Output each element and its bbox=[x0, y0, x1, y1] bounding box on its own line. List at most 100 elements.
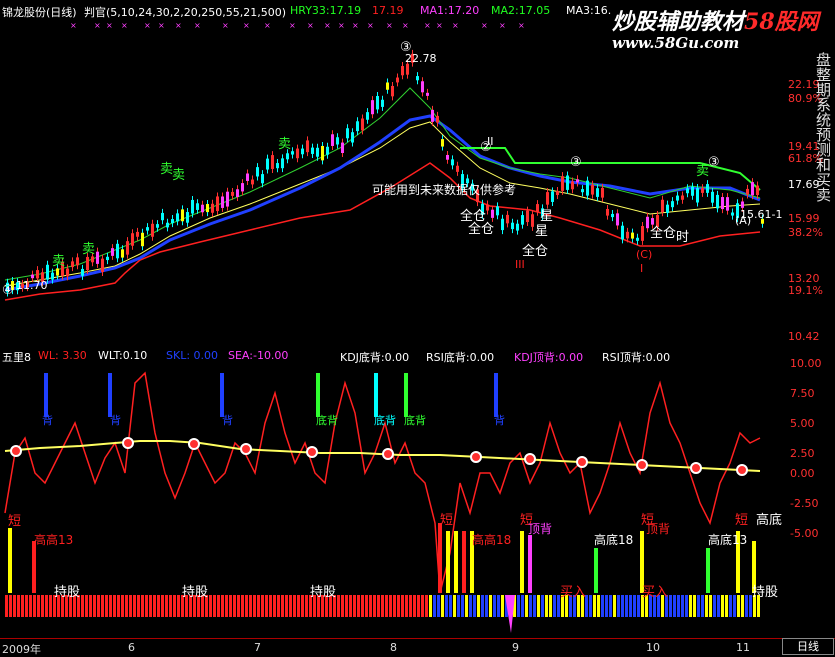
band-segment bbox=[401, 595, 404, 617]
band-segment bbox=[745, 595, 748, 617]
band-segment bbox=[701, 595, 704, 617]
band-segment bbox=[81, 595, 84, 617]
candle-body bbox=[431, 109, 434, 122]
red-oscillator-line bbox=[4, 371, 761, 594]
divergence-bars bbox=[44, 373, 498, 417]
band-segment bbox=[169, 595, 172, 617]
candle-body bbox=[156, 224, 159, 228]
sub-axis-label: -2.50 bbox=[790, 497, 819, 510]
candle-body bbox=[381, 99, 384, 107]
sub-oscillator-chart[interactable] bbox=[0, 363, 800, 638]
candle-body bbox=[111, 248, 114, 256]
candle-body bbox=[671, 201, 674, 208]
candle-body bbox=[166, 222, 169, 228]
band-segment bbox=[625, 595, 628, 617]
candle-body bbox=[266, 158, 269, 170]
candle-body bbox=[356, 121, 359, 132]
candle-body bbox=[696, 188, 699, 203]
sell-mark-1: 卖 bbox=[52, 254, 66, 269]
band-segment bbox=[21, 595, 24, 617]
ma2-value: MA2:17.05 bbox=[491, 4, 551, 17]
band-segment bbox=[725, 595, 728, 617]
candle-body bbox=[71, 261, 74, 268]
candle-body bbox=[586, 180, 589, 196]
candle-body bbox=[211, 203, 214, 213]
sub-axis-label: -5.00 bbox=[790, 527, 819, 540]
band-segment bbox=[37, 595, 40, 617]
band-segment bbox=[297, 595, 300, 617]
band-segment bbox=[373, 595, 376, 617]
candle-body bbox=[271, 155, 274, 169]
band-segment bbox=[741, 595, 744, 617]
band-segment bbox=[545, 595, 548, 617]
candle-body bbox=[546, 192, 549, 205]
right-circle-label: (A) bbox=[735, 214, 752, 227]
sub-axis-label: 0.00 bbox=[790, 467, 815, 480]
band-segment bbox=[173, 595, 176, 617]
candle-body bbox=[36, 270, 39, 279]
signal-mark: × bbox=[222, 21, 229, 30]
band-segment bbox=[157, 595, 160, 617]
candle-body bbox=[576, 179, 579, 183]
band-segment bbox=[405, 595, 408, 617]
band-segment bbox=[433, 595, 436, 617]
band-segment bbox=[13, 595, 16, 617]
band-segment bbox=[517, 595, 520, 617]
signal-mark: × bbox=[402, 21, 409, 30]
band-segment bbox=[437, 595, 440, 617]
band-segment bbox=[25, 595, 28, 617]
band-segment bbox=[233, 595, 236, 617]
candle-body bbox=[371, 100, 374, 115]
band-segment bbox=[637, 595, 640, 617]
candle-body bbox=[596, 188, 599, 197]
div-label-5: 底背 bbox=[374, 414, 396, 427]
signal-mark: × bbox=[424, 21, 431, 30]
band-segment bbox=[713, 595, 716, 617]
price-axis-label: 15.99 bbox=[788, 212, 820, 225]
band-segment bbox=[413, 595, 416, 617]
band-segment bbox=[601, 595, 604, 617]
crossover-circle bbox=[240, 443, 252, 455]
high-bottom-end: 高底 bbox=[756, 513, 783, 528]
candle-body bbox=[216, 196, 219, 212]
candle-body bbox=[716, 194, 719, 209]
band-segment bbox=[165, 595, 168, 617]
candle-body bbox=[161, 212, 164, 221]
period-selector[interactable]: 日线 bbox=[782, 638, 834, 655]
band-segment bbox=[49, 595, 52, 617]
full-position-right: 全仓 bbox=[650, 226, 677, 241]
high-price-label: 22.78 bbox=[405, 52, 437, 65]
time-label-7: 7 bbox=[254, 641, 261, 654]
candle-body bbox=[741, 201, 744, 208]
band-segment bbox=[41, 595, 44, 617]
band-segment bbox=[213, 595, 216, 617]
band-segment bbox=[609, 595, 612, 617]
candle-body bbox=[551, 191, 554, 202]
candle-body bbox=[451, 159, 454, 166]
band-segment bbox=[469, 595, 472, 617]
candle-body bbox=[746, 188, 749, 195]
candle-body bbox=[621, 225, 624, 240]
band-segment bbox=[473, 595, 476, 617]
band-segment bbox=[133, 595, 136, 617]
band-segment bbox=[377, 595, 380, 617]
band-segment bbox=[737, 595, 740, 617]
signal-mark: × bbox=[307, 21, 314, 30]
band-segment bbox=[137, 595, 140, 617]
band-segment bbox=[445, 595, 448, 617]
band-segment bbox=[101, 595, 104, 617]
sell-mark-5: 卖 bbox=[278, 137, 292, 152]
candle-body bbox=[256, 167, 259, 177]
candle-body bbox=[606, 208, 609, 216]
sub-chart-header: 五里8 WL: 3.30 WLT:0.10 SKL: 0.00 SEA:-10.… bbox=[0, 347, 835, 364]
candle-body bbox=[666, 204, 669, 213]
crossover-circle bbox=[382, 448, 394, 460]
time-label-6: 6 bbox=[128, 641, 135, 654]
yellow-ma-line bbox=[4, 121, 761, 287]
band-segment bbox=[589, 595, 592, 617]
candle-body bbox=[196, 203, 199, 210]
candle-body bbox=[321, 145, 324, 161]
candle-body bbox=[151, 223, 154, 237]
sell-mark-6: 卖 bbox=[696, 164, 710, 179]
band-segment bbox=[553, 595, 556, 617]
